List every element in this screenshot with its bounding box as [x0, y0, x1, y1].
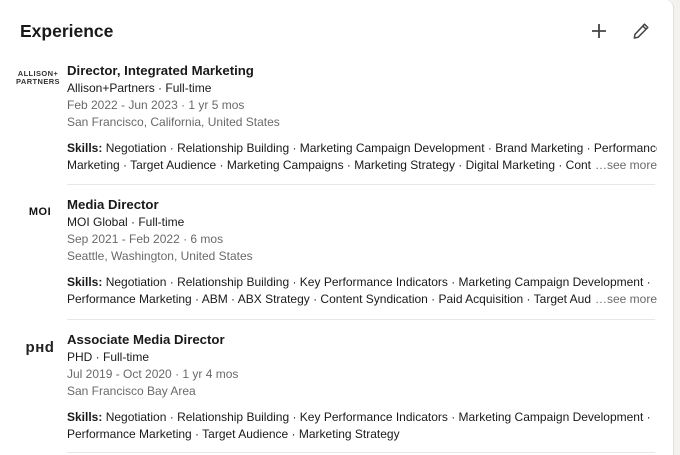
company-logo[interactable]: MOI: [18, 206, 62, 218]
entry-content: Associate Media Director PHD · Full-time…: [67, 331, 655, 443]
add-experience-button[interactable]: [585, 18, 613, 44]
job-title[interactable]: Associate Media Director: [67, 331, 655, 349]
company-name: PHD · Full-time: [67, 350, 150, 364]
skills-text-line2: Marketing · Target Audience · Marketing …: [67, 158, 597, 172]
entry-content: Media Director MOI Global · Full-time Se…: [67, 196, 657, 308]
plus-icon: [592, 24, 606, 38]
see-more-link[interactable]: …see more: [590, 291, 657, 308]
employment-dates: Sep 2021 - Feb 2022 · 6 mos: [67, 232, 224, 246]
employment-dates: Feb 2022 - Jun 2023 · 1 yr 5 mos: [67, 98, 245, 112]
skills-list: Skills: Negotiation · Relationship Build…: [67, 140, 657, 174]
entry-content: Director, Integrated Marketing Allison+P…: [67, 62, 657, 174]
skills-text-line2: Performance Marketing · ABM · ABX Strate…: [67, 292, 597, 306]
see-more-link[interactable]: …see more: [590, 157, 657, 174]
job-location: San Francisco, California, United States: [67, 115, 280, 129]
entry-divider: [67, 452, 655, 453]
entry-divider: [67, 184, 655, 185]
company-name: MOI Global · Full-time: [67, 215, 185, 229]
section-title: Experience: [20, 21, 114, 41]
header-actions: [585, 18, 655, 44]
skills-list: Skills: Negotiation · Relationship Build…: [67, 409, 657, 443]
moi-global-logo: MOI: [28, 206, 52, 218]
skills-text: Negotiation · Relationship Building · Ke…: [102, 410, 651, 424]
skills-label: Skills:: [67, 275, 103, 289]
entry-divider: [67, 319, 655, 320]
company-name: Allison+Partners · Full-time: [67, 81, 212, 95]
job-location: Seattle, Washington, United States: [67, 249, 253, 263]
skills-text: Negotiation · Relationship Building · Ke…: [102, 275, 651, 289]
skills-text: Negotiation · Relationship Building · Ma…: [102, 141, 657, 155]
experience-header: Experience: [20, 18, 655, 44]
skills-label: Skills:: [67, 410, 103, 424]
pencil-icon: [633, 23, 649, 39]
skills-text-line2: Performance Marketing · Target Audience …: [67, 427, 400, 441]
job-title[interactable]: Media Director: [67, 196, 655, 214]
skills-list: Skills: Negotiation · Relationship Build…: [67, 274, 657, 308]
job-title[interactable]: Director, Integrated Marketing: [67, 62, 655, 80]
experience-card: Experience ALLISON+ PARTNERS Director, In…: [0, 0, 674, 455]
employment-dates: Jul 2019 - Oct 2020 · 1 yr 4 mos: [67, 367, 239, 381]
job-location: San Francisco Bay Area: [67, 384, 196, 398]
company-logo[interactable]: ALLISON+ PARTNERS: [16, 70, 60, 86]
phd-logo: pнd: [25, 339, 55, 356]
skills-label: Skills:: [67, 141, 103, 155]
edit-experience-button[interactable]: [627, 18, 655, 44]
company-logo[interactable]: pнd: [18, 339, 62, 356]
allison-partners-logo: ALLISON+ PARTNERS: [16, 69, 60, 86]
